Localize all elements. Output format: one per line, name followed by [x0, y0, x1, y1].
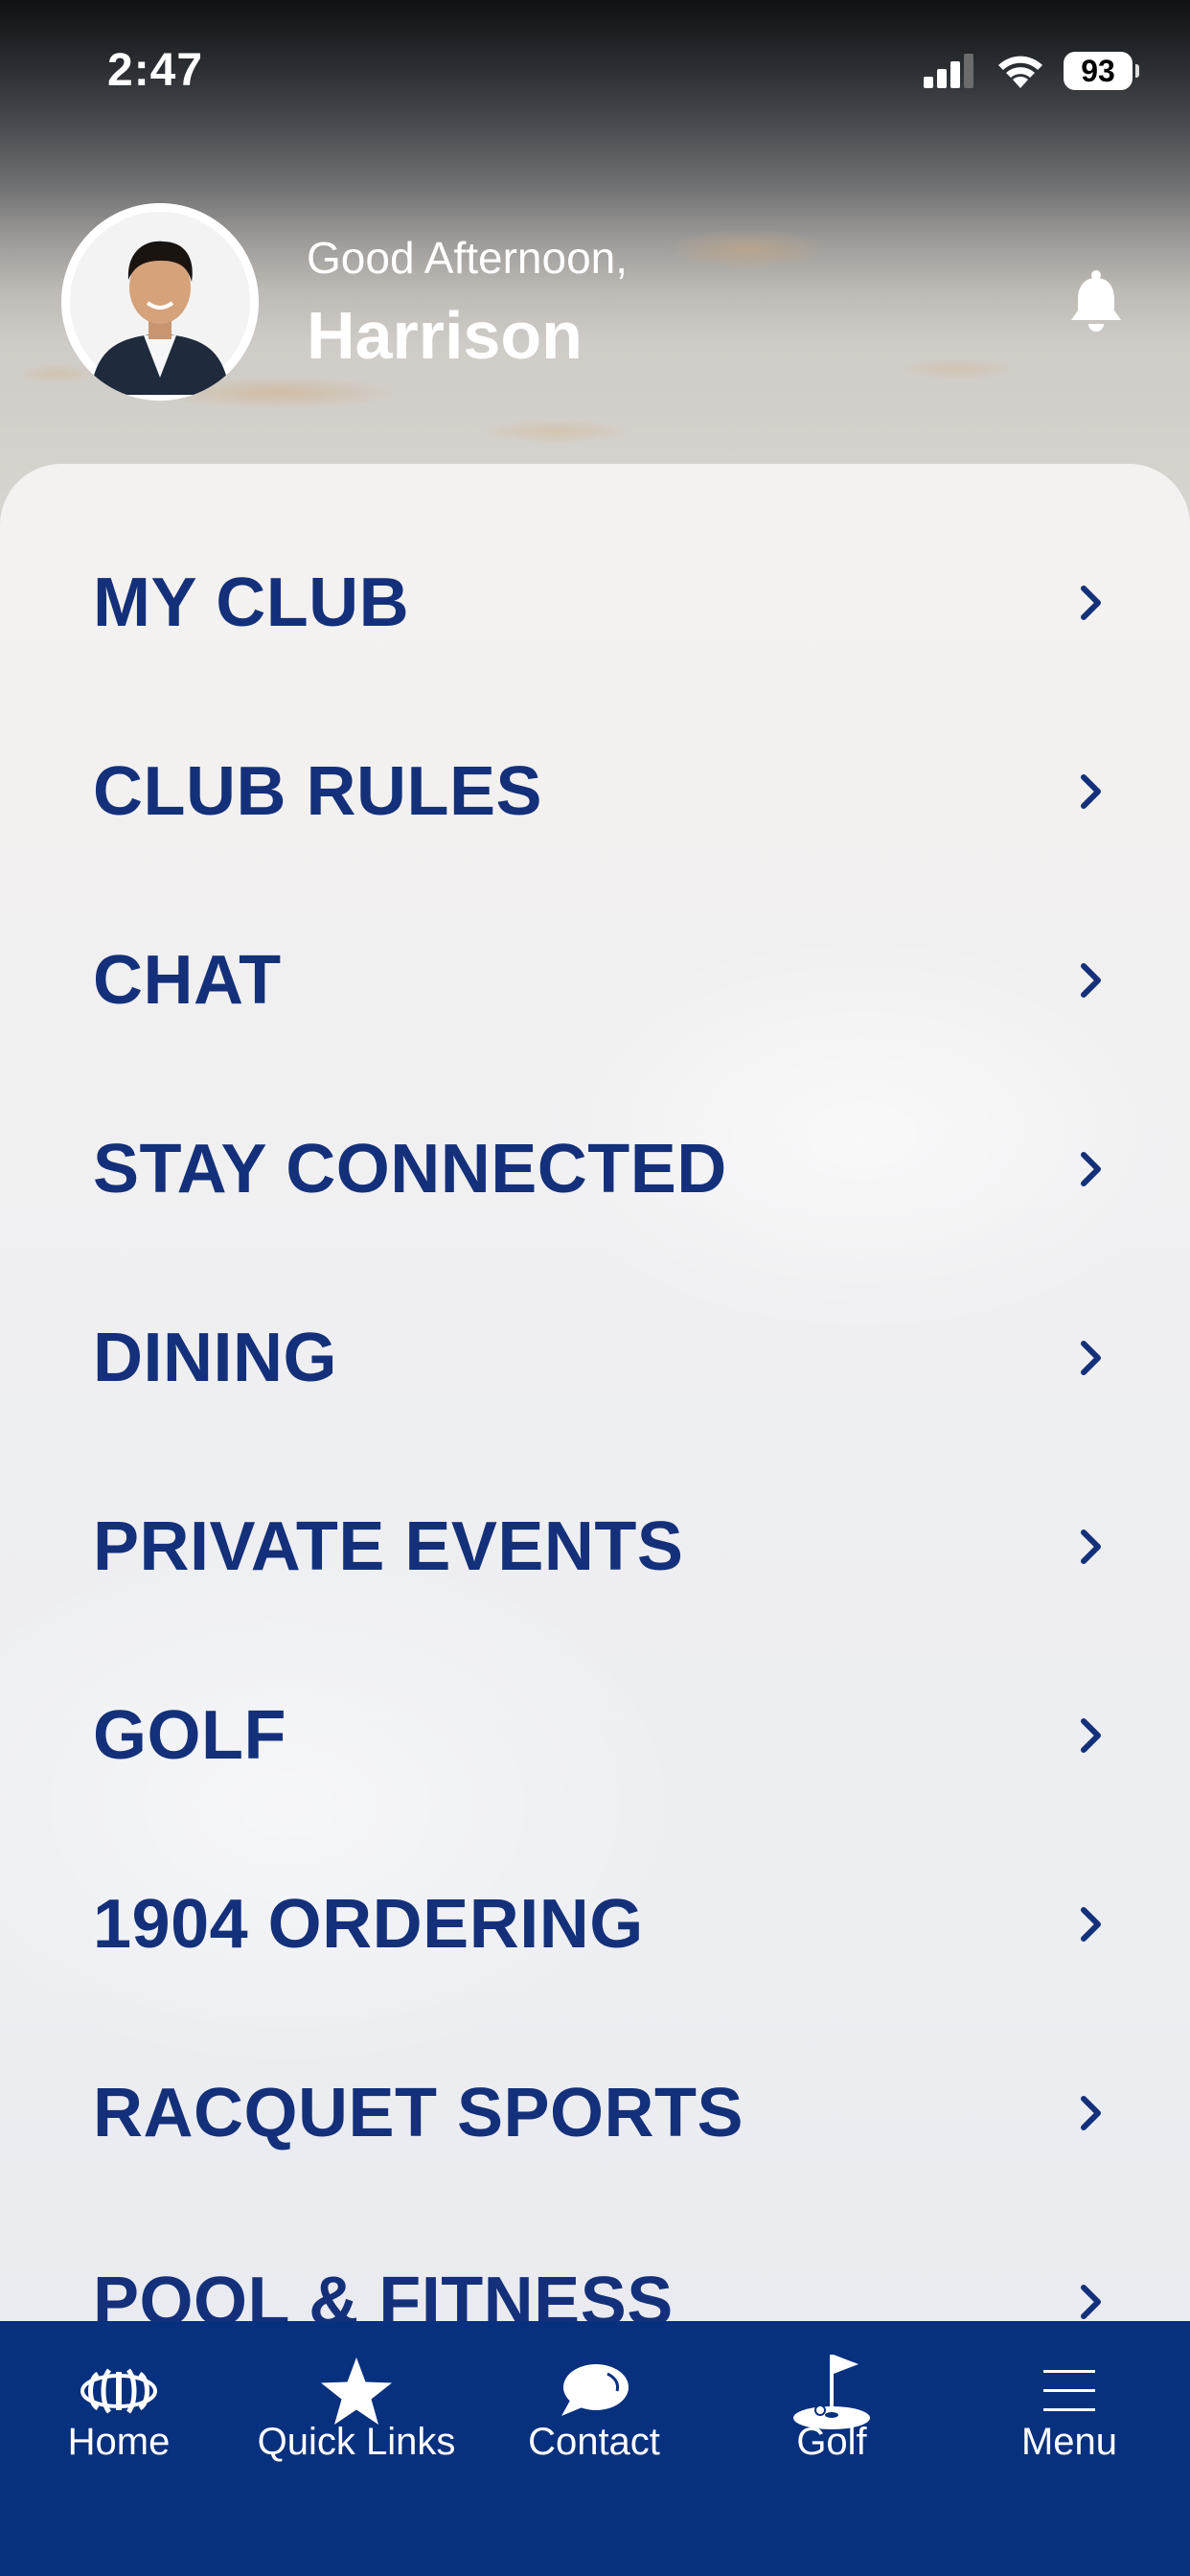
chevron-right-icon: [1081, 1529, 1101, 1564]
menu-item-label: PRIVATE EVENTS: [93, 1507, 684, 1585]
bottom-tab-bar: Home Quick Links Contact Golf Menu: [0, 2321, 1190, 2576]
tab-home[interactable]: Home: [0, 2321, 238, 2513]
chevron-right-icon: [1081, 585, 1101, 620]
user-name: Harrison: [307, 298, 583, 373]
tab-menu[interactable]: Menu: [950, 2321, 1188, 2513]
menu-item-label: STAY CONNECTED: [93, 1130, 727, 1208]
menu-item-label: MY CLUB: [93, 564, 410, 641]
menu-item-label: CLUB RULES: [93, 752, 542, 830]
chevron-right-icon: [1081, 962, 1101, 998]
tab-label: Quick Links: [257, 2421, 456, 2463]
menu-item-label: CHAT: [93, 941, 282, 1019]
notification-bell-icon[interactable]: [1067, 268, 1125, 334]
tab-label: Golf: [796, 2421, 867, 2463]
menu-item-1904-ordering[interactable]: 1904 ORDERING: [0, 1829, 1190, 2018]
menu-item-label: DINING: [93, 1319, 337, 1396]
greeting-text: Good Afternoon,: [307, 233, 629, 283]
tab-quick-links[interactable]: Quick Links: [238, 2321, 475, 2513]
chevron-right-icon: [1081, 1340, 1101, 1375]
menu-item-chat[interactable]: CHAT: [0, 886, 1190, 1074]
menu-item-label: 1904 ORDERING: [93, 1885, 644, 1963]
menu-item-private-events[interactable]: PRIVATE EVENTS: [0, 1452, 1190, 1641]
tab-label: Menu: [1020, 2421, 1118, 2463]
menu-item-label: RACQUET SPORTS: [93, 2074, 744, 2151]
chevron-right-icon: [1081, 2095, 1101, 2130]
chevron-right-icon: [1081, 1717, 1101, 1753]
battery-icon: 93: [1064, 52, 1139, 90]
battery-level: 93: [1081, 53, 1115, 88]
menu-item-stay-connected[interactable]: STAY CONNECTED: [0, 1074, 1190, 1263]
chevron-right-icon: [1081, 1906, 1101, 1942]
tab-label: Home: [67, 2421, 171, 2463]
tab-label: Contact: [528, 2421, 660, 2463]
tab-contact[interactable]: Contact: [475, 2321, 713, 2513]
chevron-right-icon: [1081, 2284, 1101, 2319]
menu-item-golf[interactable]: GOLF: [0, 1641, 1190, 1829]
status-time: 2:47: [107, 45, 204, 96]
menu-item-club-rules[interactable]: CLUB RULES: [0, 697, 1190, 886]
status-icons: 93: [922, 50, 1139, 92]
menu-item-my-club[interactable]: MY CLUB: [0, 508, 1190, 697]
signal-icon: [924, 54, 973, 88]
chevron-right-icon: [1081, 773, 1101, 809]
avatar[interactable]: [61, 203, 259, 401]
tab-golf[interactable]: Golf: [713, 2321, 950, 2513]
wifi-icon: [998, 56, 1042, 88]
menu-item-label: GOLF: [93, 1696, 286, 1774]
menu-item-dining[interactable]: DINING: [0, 1263, 1190, 1452]
chevron-right-icon: [1081, 1151, 1101, 1186]
menu-panel: MY CLUB CLUB RULES CHAT STAY CONNECTED D…: [0, 464, 1190, 2576]
profile-photo: [61, 203, 259, 401]
menu-item-racquet-sports[interactable]: RACQUET SPORTS: [0, 2018, 1190, 2207]
